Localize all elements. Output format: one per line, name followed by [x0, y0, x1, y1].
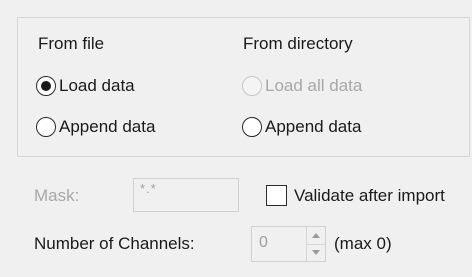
chevron-down-icon — [307, 244, 325, 261]
file-load-data-option[interactable]: Load data — [36, 76, 135, 96]
channels-max-text: (max 0) — [334, 234, 392, 253]
channels-value: 0 — [259, 234, 268, 251]
file-load-data-radio[interactable] — [36, 76, 56, 96]
from-directory-heading: From directory — [243, 34, 353, 53]
channels-stepper: 0 — [251, 226, 326, 262]
dir-load-all-data-option: Load all data — [242, 76, 362, 96]
dir-load-all-data-label: Load all data — [265, 76, 363, 95]
dir-append-data-option[interactable]: Append data — [242, 117, 361, 137]
validate-checkbox[interactable] — [266, 185, 287, 206]
file-append-data-option[interactable]: Append data — [36, 117, 155, 137]
dir-append-data-radio[interactable] — [242, 117, 262, 137]
stepper-buttons — [306, 227, 325, 261]
validate-label[interactable]: Validate after import — [294, 186, 445, 206]
dir-append-data-label: Append data — [265, 117, 362, 136]
from-file-heading: From file — [38, 34, 105, 53]
file-append-data-label: Append data — [59, 117, 156, 136]
chevron-up-icon — [307, 227, 325, 245]
file-append-data-radio[interactable] — [36, 117, 56, 137]
dir-load-all-data-radio — [242, 76, 262, 96]
channels-label: Number of Channels: — [34, 234, 195, 253]
file-load-data-label: Load data — [59, 76, 135, 95]
radio-selected-dot — [41, 81, 51, 91]
mask-label: Mask: — [34, 186, 80, 205]
mask-input: *.* — [133, 178, 239, 212]
